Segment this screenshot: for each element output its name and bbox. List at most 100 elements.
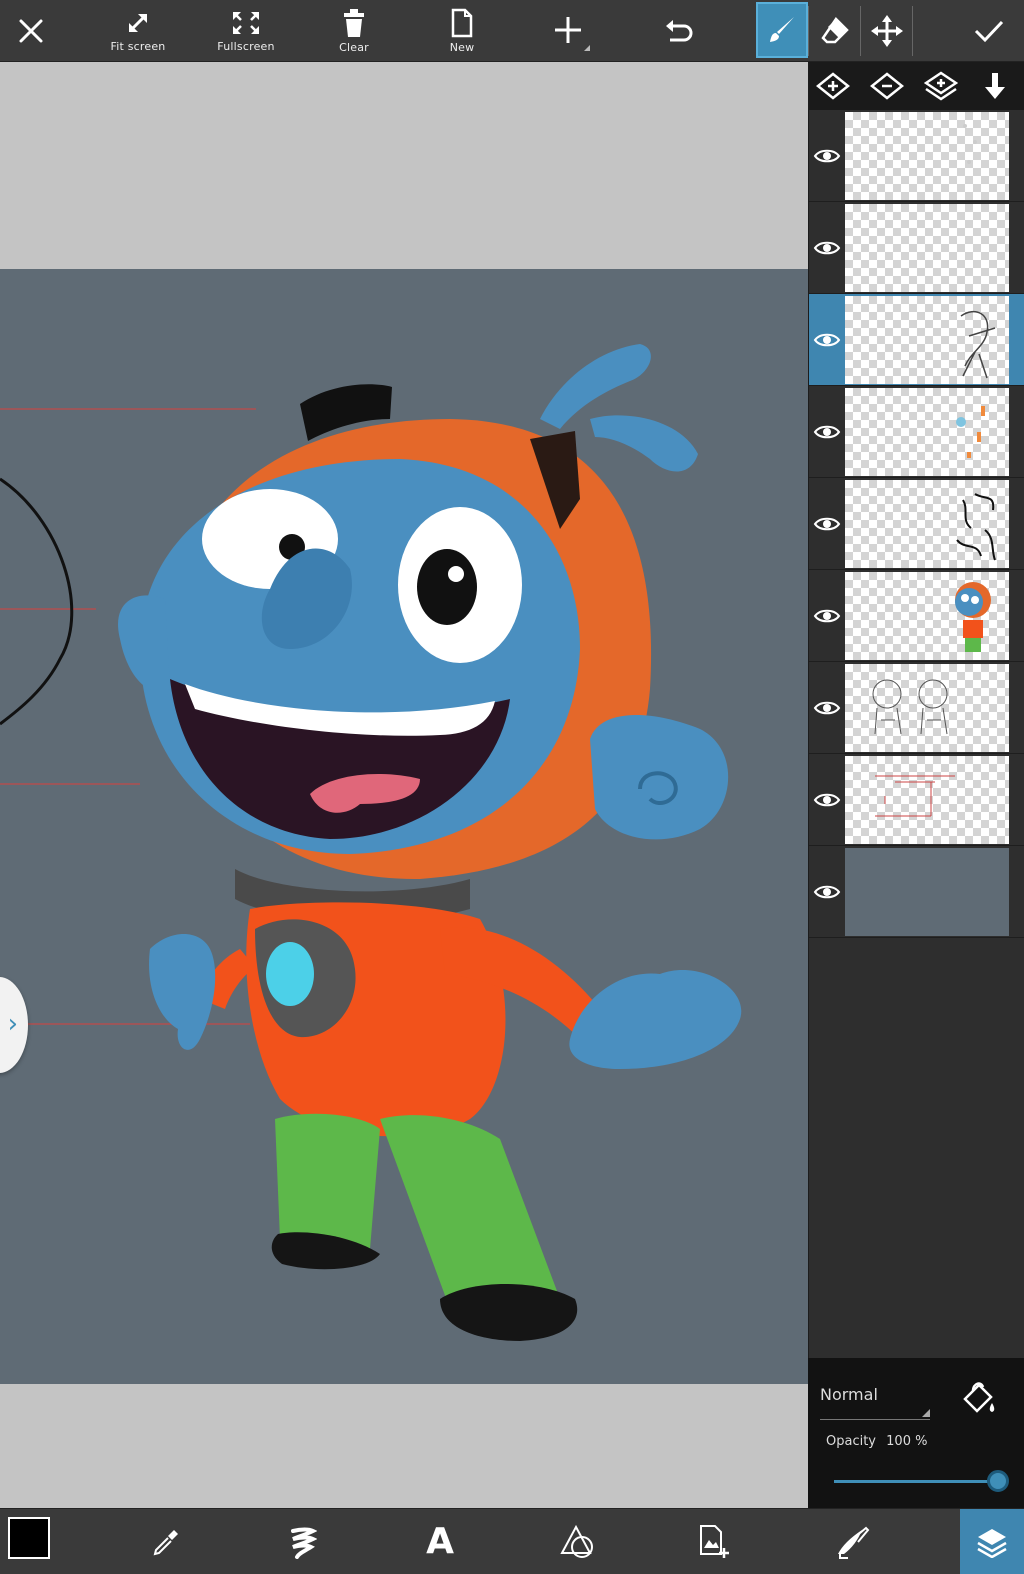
fill-button[interactable] [954,1374,1002,1422]
bottom-toolbar: A [0,1508,1024,1574]
visibility-toggle[interactable] [809,294,845,386]
visibility-toggle[interactable] [809,754,845,846]
top-toolbar: Fit screen Fullscreen Clear New [0,0,1024,62]
move-tool-button[interactable] [862,0,912,62]
eye-icon [813,701,841,715]
visibility-toggle[interactable] [809,846,845,938]
layer-row[interactable] [809,754,1024,846]
visibility-toggle[interactable] [809,570,845,662]
layer-row-selected[interactable] [809,294,1024,386]
move-icon [871,15,903,47]
fit-screen-label: Fit screen [110,40,166,53]
layer-thumbnail [845,204,1009,292]
brush-stroke-button[interactable] [262,1509,342,1574]
eye-icon [813,609,841,623]
layer-thumbnail [845,296,1009,384]
layer-thumbnail [845,480,1009,568]
slider-fill [834,1480,998,1483]
text-icon: A [426,1521,454,1562]
layers-toolbar [809,62,1024,110]
brush-tool-button[interactable] [756,2,808,58]
current-color-swatch [8,1517,50,1559]
duplicate-layer-button[interactable] [923,70,959,102]
tool-divider [860,6,861,56]
slider-thumb[interactable] [987,1470,1009,1492]
layers-button[interactable] [960,1509,1024,1574]
text-tool-button[interactable]: A [400,1509,480,1574]
eraser-icon [821,17,849,44]
opacity-value: 100 % [886,1434,928,1449]
remove-layer-button[interactable] [869,70,905,102]
eyedropper-icon [153,1530,178,1556]
new-document-icon [451,8,473,38]
clear-label: Clear [339,41,369,54]
visibility-toggle[interactable] [809,202,845,294]
blend-mode-value: Normal [820,1385,878,1404]
fit-screen-button[interactable]: Fit screen [100,0,176,62]
merge-down-button[interactable] [977,70,1013,102]
layers-icon [977,1529,1007,1558]
visibility-toggle[interactable] [809,386,845,478]
layer-row[interactable] [809,846,1024,938]
layer-thumbnail [845,756,1009,844]
duplicate-layer-icon [924,71,958,101]
shape-icon [560,1525,593,1558]
opacity-label: Opacity [826,1434,877,1449]
brush-stroke-icon [291,1527,317,1559]
layer-row[interactable] [809,570,1024,662]
add-button[interactable] [540,0,600,62]
layer-row[interactable] [809,478,1024,570]
apply-button[interactable] [958,0,1020,62]
checkmark-icon [974,20,1004,43]
new-button[interactable]: New [424,0,500,62]
add-layer-button[interactable] [815,70,851,102]
layer-row[interactable] [809,662,1024,754]
brush-settings-button[interactable] [812,1509,892,1574]
chevron-right-icon: › [7,1009,18,1039]
color-picker-button[interactable] [0,1509,64,1574]
undo-button[interactable] [648,0,708,62]
close-button[interactable] [0,0,62,62]
eyedropper-button[interactable] [126,1509,206,1574]
layer-scroll-indicator [1013,296,1024,384]
eye-icon [813,149,841,163]
eraser-tool-button[interactable] [810,0,860,62]
layer-row[interactable] [809,202,1024,294]
eye-icon [813,517,841,531]
clear-button[interactable]: Clear [316,0,392,62]
trash-icon [344,9,364,37]
character-artwork [0,344,742,1341]
layer-thumbnail [845,388,1009,476]
tool-divider [808,6,809,56]
merge-down-icon [985,73,1005,99]
layer-thumbnail [845,112,1009,200]
blend-mode-select[interactable]: Normal [820,1378,930,1420]
opacity-readout: Opacity 100 % [826,1434,927,1449]
shape-tool-button[interactable] [538,1509,618,1574]
canvas-workspace[interactable]: › [0,62,808,1508]
drawing-app: Fit screen Fullscreen Clear New › Normal… [0,0,1024,1574]
eye-icon [813,241,841,255]
add-image-button[interactable] [674,1509,754,1574]
visibility-toggle[interactable] [809,110,845,202]
visibility-toggle[interactable] [809,662,845,754]
remove-layer-icon [870,72,904,100]
fullscreen-button[interactable]: Fullscreen [208,0,284,62]
layer-row[interactable] [809,110,1024,202]
eye-icon [813,425,841,439]
fullscreen-icon [233,12,259,34]
diagonal-arrows-icon [128,13,148,33]
tool-divider [912,6,913,56]
eye-icon [813,793,841,807]
plus-icon [555,17,590,51]
paint-bucket-icon [963,1382,995,1413]
brush-icon [770,17,794,42]
visibility-toggle[interactable] [809,478,845,570]
fullscreen-label: Fullscreen [217,40,275,53]
layer-thumbnail [845,848,1009,936]
drawing-canvas[interactable]: › [0,269,808,1384]
layer-thumbnail [845,664,1009,752]
layer-row[interactable] [809,386,1024,478]
opacity-slider[interactable] [834,1470,1009,1492]
dropdown-corner-icon [922,1409,930,1417]
